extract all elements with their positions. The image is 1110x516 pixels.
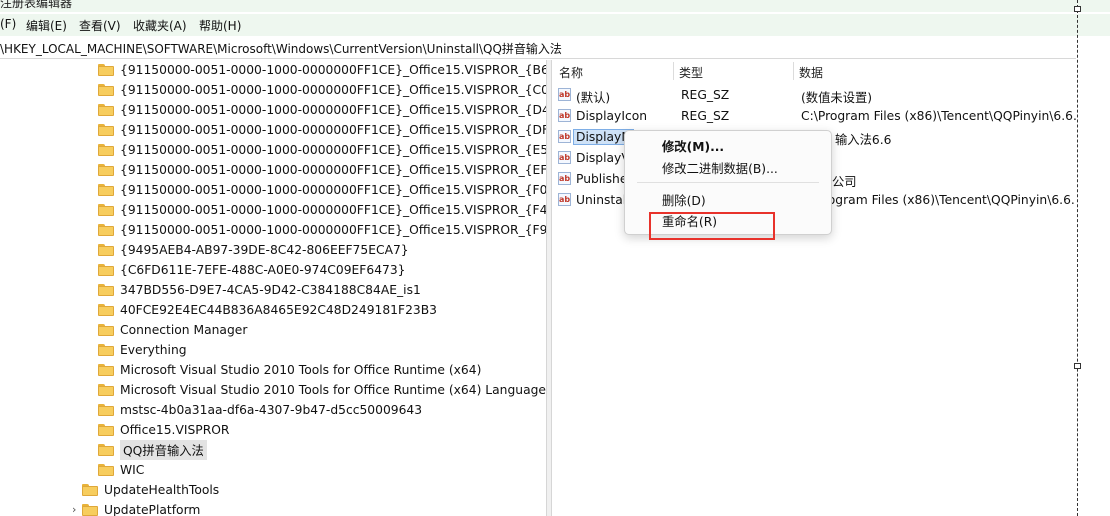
tree-item[interactable]: {91150000-0051-0000-1000-0000000FF1CE}_O… — [98, 120, 546, 140]
folder-icon — [98, 164, 114, 176]
folder-icon — [98, 204, 114, 216]
folder-icon — [98, 84, 114, 96]
address-path[interactable]: 计算机\HKEY_LOCAL_MACHINE\SOFTWARE\Microsof… — [0, 40, 562, 57]
selection-guide-line — [1077, 0, 1078, 516]
menu-bar: (F) 编辑(E) 查看(V) 收藏夹(A) 帮助(H) — [0, 14, 1110, 36]
tree-item[interactable]: {91150000-0051-0000-1000-0000000FF1CE}_O… — [98, 160, 546, 180]
header-divider[interactable] — [673, 62, 674, 80]
reg-string-icon: ab — [558, 151, 571, 164]
menu-favorites[interactable]: 收藏夹(A) — [133, 17, 187, 34]
header-data[interactable]: 数据 — [799, 64, 823, 81]
key-tree[interactable]: {91150000-0051-0000-1000-0000000FF1CE}_O… — [0, 60, 546, 516]
folder-icon — [98, 284, 114, 296]
value-row[interactable]: ab DisplayIcon REG_SZ C:\Program Files (… — [553, 106, 1076, 127]
tree-item[interactable]: {91150000-0051-0000-1000-0000000FF1CE}_O… — [98, 80, 546, 100]
menu-view[interactable]: 查看(V) — [79, 17, 121, 34]
folder-icon — [98, 264, 114, 276]
tree-item[interactable]: {91150000-0051-0000-1000-0000000FF1CE}_O… — [98, 60, 546, 80]
reg-string-icon: ab — [558, 193, 571, 206]
menu-edit[interactable]: 编辑(E) — [26, 17, 67, 34]
tree-item[interactable]: UpdateHealthTools — [82, 480, 219, 500]
tree-item[interactable]: Everything — [98, 340, 187, 360]
header-name[interactable]: 名称 — [559, 64, 583, 81]
folder-icon — [82, 484, 98, 496]
value-row[interactable]: ab (默认) REG_SZ (数值未设置) — [553, 85, 1076, 106]
tree-item-selected[interactable]: QQ拼音输入法 — [98, 440, 207, 460]
folder-icon — [98, 424, 114, 436]
header-type[interactable]: 类型 — [679, 64, 703, 81]
folder-icon — [98, 344, 114, 356]
tree-item[interactable]: UpdatePlatform — [82, 500, 200, 516]
folder-icon — [98, 304, 114, 316]
pane-splitter[interactable] — [546, 60, 552, 516]
tree-item[interactable]: 40FCE92E4EC44B836A8465E92C48D249181F23B3 — [98, 300, 437, 320]
folder-icon — [82, 504, 98, 516]
folder-icon — [98, 244, 114, 256]
tree-item[interactable]: 347BD556-D9E7-4CA5-9D42-C384188C84AE_is1 — [98, 280, 421, 300]
tree-item[interactable]: {91150000-0051-0000-1000-0000000FF1CE}_O… — [98, 180, 546, 200]
folder-icon — [98, 464, 114, 476]
folder-icon — [98, 64, 114, 76]
resize-handle[interactable] — [1074, 363, 1081, 369]
address-bar[interactable]: 计算机\HKEY_LOCAL_MACHINE\SOFTWARE\Microsof… — [0, 37, 1076, 59]
chevron-right-icon[interactable]: › — [72, 503, 76, 516]
folder-icon — [98, 404, 114, 416]
menu-item-modify-binary[interactable]: 修改二进制数据(B)... — [662, 159, 778, 177]
folder-icon — [98, 364, 114, 376]
tree-item[interactable]: Connection Manager — [98, 320, 247, 340]
tree-item[interactable]: {91150000-0051-0000-1000-0000000FF1CE}_O… — [98, 100, 546, 120]
tree-item[interactable]: {91150000-0051-0000-1000-0000000FF1CE}_O… — [98, 200, 546, 220]
window-title: 注册表编辑器 — [0, 0, 73, 10]
value-list[interactable]: 名称 类型 数据 ab (默认) REG_SZ (数值未设置) ab Displ… — [553, 60, 1076, 516]
annotation-highlight-box — [649, 212, 775, 240]
folder-icon — [98, 224, 114, 236]
tree-item[interactable]: Microsoft Visual Studio 2010 Tools for O… — [98, 360, 481, 380]
folder-icon — [98, 444, 114, 456]
reg-string-icon: ab — [558, 88, 571, 101]
menu-divider — [637, 182, 819, 183]
tree-item[interactable]: {91150000-0051-0000-1000-0000000FF1CE}_O… — [98, 220, 546, 240]
menu-file[interactable]: (F) — [0, 17, 16, 31]
menu-help[interactable]: 帮助(H) — [199, 17, 241, 34]
folder-icon — [98, 384, 114, 396]
folder-icon — [98, 324, 114, 336]
tree-item[interactable]: WIC — [98, 460, 144, 480]
header-divider[interactable] — [793, 62, 794, 80]
folder-icon — [98, 124, 114, 136]
menu-item-modify[interactable]: 修改(M)... — [662, 137, 724, 155]
folder-icon — [98, 104, 114, 116]
reg-string-icon: ab — [558, 130, 571, 143]
tree-item[interactable]: Microsoft Visual Studio 2010 Tools for O… — [98, 380, 546, 400]
reg-string-icon: ab — [558, 172, 571, 185]
tree-item[interactable]: Office15.VISPROR — [98, 420, 229, 440]
resize-handle[interactable] — [1074, 6, 1081, 12]
tree-item[interactable]: mstsc-4b0a31aa-df6a-4307-9b47-d5cc500096… — [98, 400, 422, 420]
tree-item[interactable]: {C6FD611E-7EFE-488C-A0E0-974C09EF6473} — [98, 260, 405, 280]
folder-icon — [98, 184, 114, 196]
tree-item[interactable]: {9495AEB4-AB97-39DE-8C42-806EEF75ECA7} — [98, 240, 409, 260]
title-bar: 注册表编辑器 — [0, 0, 1110, 12]
reg-string-icon: ab — [558, 109, 571, 122]
folder-icon — [98, 144, 114, 156]
list-header: 名称 类型 数据 — [553, 60, 1076, 82]
menu-item-delete[interactable]: 删除(D) — [662, 191, 706, 209]
tree-item[interactable]: {91150000-0051-0000-1000-0000000FF1CE}_O… — [98, 140, 546, 160]
